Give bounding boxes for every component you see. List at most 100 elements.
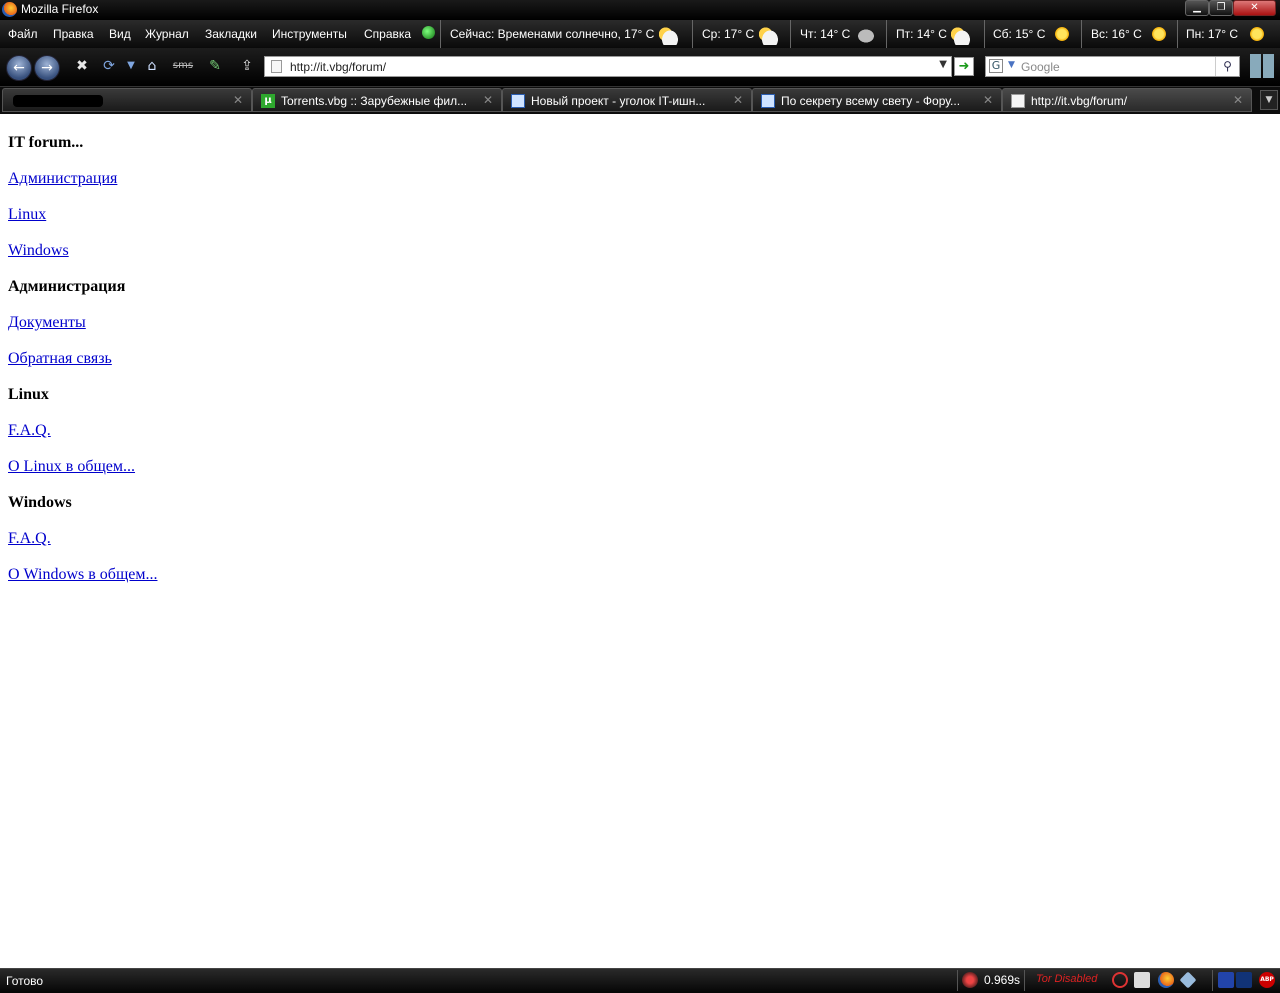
menu-file[interactable]: Файл [8,27,38,41]
engine-dropdown-icon[interactable]: ▼ [1008,60,1015,70]
home-icon[interactable]: ⌂ [143,57,161,75]
weather-day[interactable]: Вс: 16° C [1081,20,1177,48]
weather-day[interactable]: Ср: 17° C [692,20,788,48]
weather-day-label: Сб: 15° C [993,27,1046,41]
search-input[interactable]: Google [1021,60,1060,74]
weather-day[interactable]: Пт: 14° C [886,20,984,48]
weather-now[interactable]: Сейчас: Временами солнечно, 17° C [440,20,690,48]
back-button[interactable]: ← [6,55,32,81]
mail-icon [761,94,775,108]
tab-label: http://it.vbg/forum/ [1031,94,1128,108]
tab-label: По секрету всему свету - Фору... [781,94,961,108]
forum-link-windows[interactable]: Windows [8,242,69,260]
adblock-icon[interactable]: ABP [1259,972,1275,988]
search-bar[interactable]: G ▼ Google ⚲ [985,56,1240,77]
torrent-icon: µ [261,94,275,108]
weather-day[interactable]: Пн: 17° C [1177,20,1280,48]
page-title: IT forum... [8,134,84,151]
weather-day-label: Пн: 17° C [1186,27,1239,41]
google-icon[interactable]: G [989,59,1003,73]
forum-link-admin[interactable]: Администрация [8,170,117,188]
tab-label: Torrents.vbg :: Зарубежные фил... [281,94,468,108]
reload-dropdown-icon[interactable]: ▼ [122,57,140,75]
menu-bookmarks[interactable]: Закладки [205,27,257,41]
sun-icon [1055,27,1069,41]
link-feedback[interactable]: Обратная связь [8,350,112,368]
menu-help[interactable]: Справка [364,27,411,41]
status-text: Готово [6,974,44,988]
window-title: Mozilla Firefox [21,2,99,16]
search-icon[interactable]: ⚲ [1215,57,1239,76]
partly-sunny-icon [759,27,781,45]
no-script-icon[interactable] [1112,972,1128,988]
list-all-tabs-icon[interactable]: ▼ [1260,90,1278,110]
close-tab-icon[interactable]: ✕ [233,93,243,107]
status-indicator-icon[interactable] [422,26,435,39]
close-tab-icon[interactable]: ✕ [983,93,993,107]
close-tab-icon[interactable]: ✕ [733,93,743,107]
close-tab-icon[interactable]: ✕ [483,93,493,107]
title-bar: Mozilla Firefox ▁ ❐ ✕ [0,0,1280,20]
tab[interactable]: ✕ [2,88,252,112]
upload-icon[interactable]: ⇪ [238,57,256,75]
status-divider [1212,970,1213,991]
link-linux-general[interactable]: О Linux в общем... [8,458,135,476]
timer-icon[interactable] [962,972,978,988]
tor-status[interactable]: Tor Disabled [1036,973,1097,985]
link-documents[interactable]: Документы [8,314,86,332]
partly-sunny-icon [659,27,681,45]
maximize-button[interactable]: ❐ [1209,0,1233,16]
stop-icon[interactable]: ✖ [73,57,91,75]
menu-history[interactable]: Журнал [145,27,189,41]
firefox-icon[interactable] [1158,972,1174,988]
tab-overview-icon[interactable] [1250,54,1274,78]
download-arrow-icon[interactable] [1236,972,1252,988]
mail-icon [511,94,525,108]
sms-icon[interactable]: sms [170,57,196,75]
tab-active[interactable]: http://it.vbg/forum/ ✕ [1002,88,1252,112]
firefox-icon [2,2,17,17]
partly-sunny-icon [951,27,973,45]
weather-day-label: Ср: 17° C [702,27,755,41]
section-heading-windows: Windows [8,494,72,511]
close-tab-icon[interactable]: ✕ [1233,93,1243,107]
address-bar[interactable]: http://it.vbg/forum/ ▼ [264,56,952,77]
redacted-tab-title [13,95,103,107]
close-button[interactable]: ✕ [1233,0,1276,16]
tab[interactable]: По секрету всему свету - Фору... ✕ [752,88,1002,112]
spellcheck-icon[interactable]: ✎ [206,57,224,75]
sun-icon [1250,27,1264,41]
forward-button[interactable]: → [34,55,60,81]
weather-day-label: Чт: 14° C [800,27,851,41]
chevron-down-icon[interactable]: ▼ [939,59,947,70]
weather-day-label: Вс: 16° C [1091,27,1142,41]
upload-arrow-icon[interactable] [1218,972,1234,988]
reload-icon[interactable]: ⟳ [100,57,118,75]
weather-day-label: Пт: 14° C [896,27,947,41]
rain-icon [855,27,877,45]
menu-edit[interactable]: Правка [53,27,94,41]
tab[interactable]: µ Torrents.vbg :: Зарубежные фил... ✕ [252,88,502,112]
weather-day[interactable]: Чт: 14° C [790,20,886,48]
menu-view[interactable]: Вид [109,27,131,41]
page-content: IT forum... Администрация Linux Windows … [0,116,1280,968]
link-windows-general[interactable]: О Windows в общем... [8,566,157,584]
go-button[interactable]: ➜ [954,57,974,76]
status-divider [957,970,958,991]
link-linux-faq[interactable]: F.A.Q. [8,422,51,440]
link-windows-faq[interactable]: F.A.Q. [8,530,51,548]
menu-tools[interactable]: Инструменты [272,27,347,41]
bookmark-icon[interactable] [1134,972,1150,988]
address-input[interactable]: http://it.vbg/forum/ [290,60,386,74]
status-divider [1024,970,1025,991]
page-icon [271,60,282,73]
weather-day[interactable]: Сб: 15° C [984,20,1081,48]
forum-link-linux[interactable]: Linux [8,206,46,224]
tab-label: Новый проект - уголок IT-ишн... [531,94,706,108]
section-heading-admin: Администрация [8,278,126,295]
sun-icon [1152,27,1166,41]
load-time: 0.969s [984,973,1021,987]
tab[interactable]: Новый проект - уголок IT-ишн... ✕ [502,88,752,112]
section-heading-linux: Linux [8,386,49,403]
minimize-button[interactable]: ▁ [1185,0,1209,16]
